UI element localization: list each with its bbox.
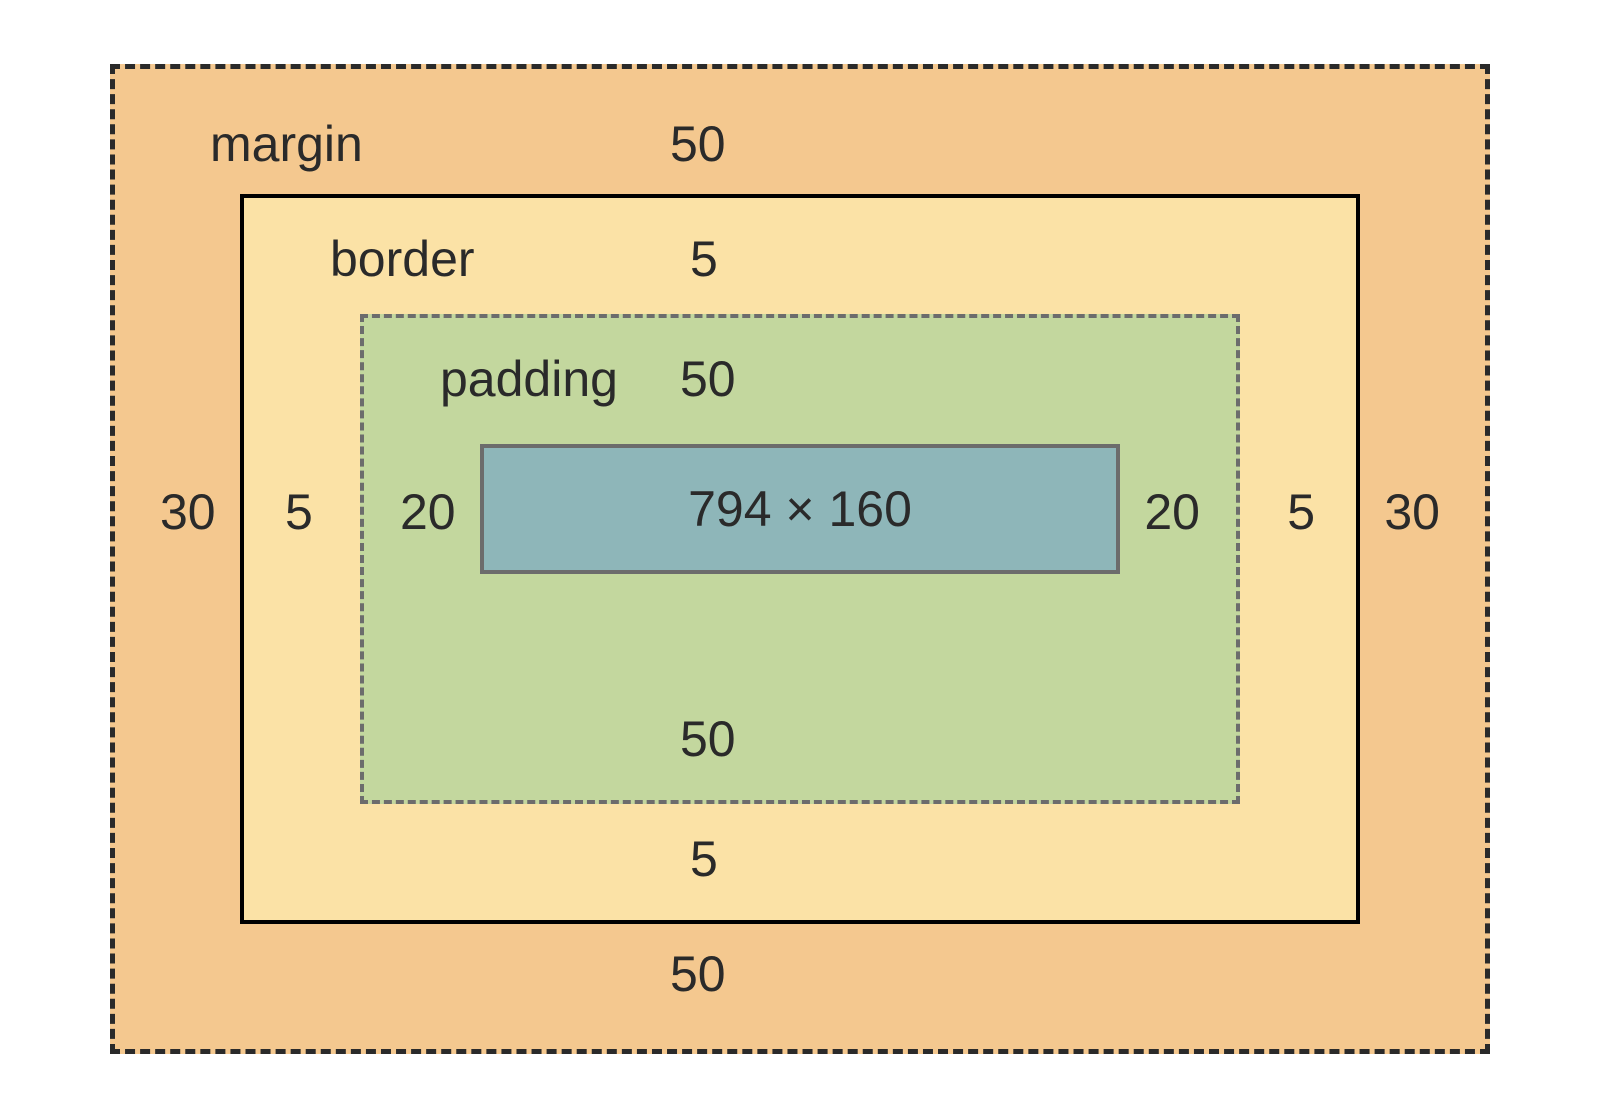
margin-label: margin [210,119,363,169]
padding-top-value: 50 [680,354,736,404]
box-model-diagram: 794 × 160 margin 50 30 30 50 border 5 5 … [110,64,1490,1054]
padding-bottom-value: 50 [680,714,736,764]
padding-label: padding [440,354,618,404]
margin-left-value: 30 [160,487,216,537]
margin-right-value: 30 [1384,487,1440,537]
content-region: 794 × 160 [480,444,1120,574]
border-top-value: 5 [690,234,718,284]
padding-left-value: 20 [400,487,456,537]
margin-bottom-value: 50 [670,949,726,999]
border-right-value: 5 [1287,487,1315,537]
content-size-value: 794 × 160 [688,480,912,538]
margin-top-value: 50 [670,119,726,169]
border-bottom-value: 5 [690,834,718,884]
border-label: border [330,234,475,284]
padding-right-value: 20 [1144,487,1200,537]
border-left-value: 5 [285,487,313,537]
